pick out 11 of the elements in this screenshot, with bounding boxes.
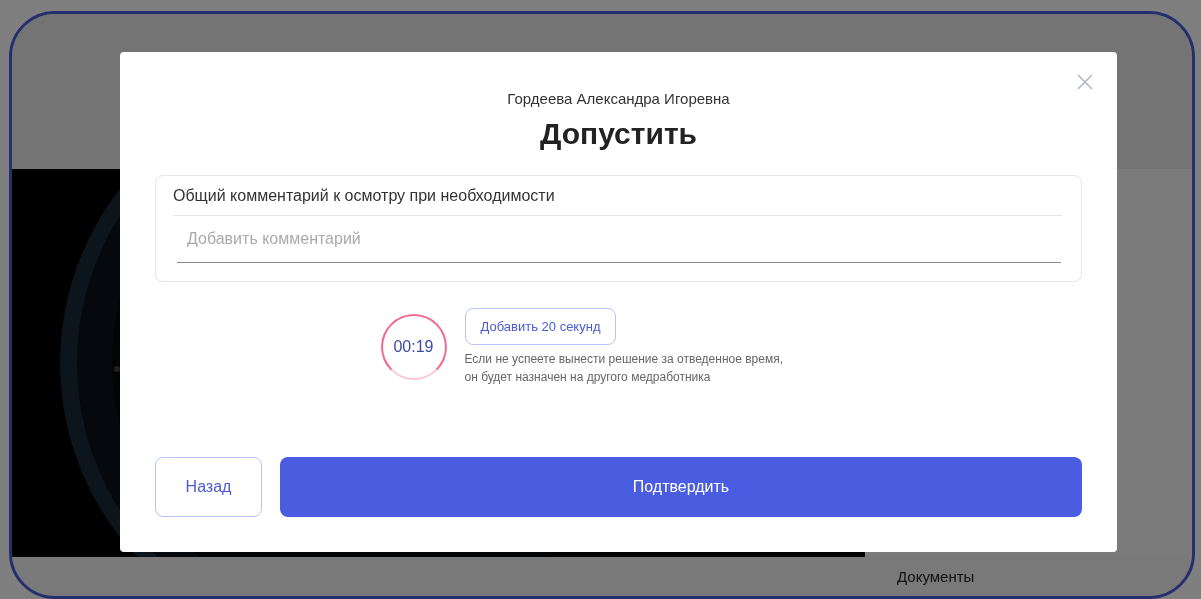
add-time-button[interactable]: Добавить 20 секунд	[464, 308, 617, 345]
dialog-title: Допустить	[539, 117, 698, 151]
patient-name: Гордеева Александра Игоревна	[507, 90, 730, 107]
confirm-button[interactable]: Подтвердить	[280, 457, 1082, 517]
timer-note: Если не успеете вынести решение за отведенное время, он будет назначен на другого медработника	[464, 351, 785, 386]
back-button[interactable]: Назад	[155, 457, 262, 517]
timer-ring: 00:19	[380, 314, 447, 380]
documents-label[interactable]: Документы	[897, 568, 975, 585]
comment-field[interactable]: Добавить комментарий	[177, 216, 1061, 263]
comment-label: Общий комментарий к осмотру при необходимости	[173, 187, 1062, 216]
close-icon[interactable]	[1077, 74, 1093, 90]
